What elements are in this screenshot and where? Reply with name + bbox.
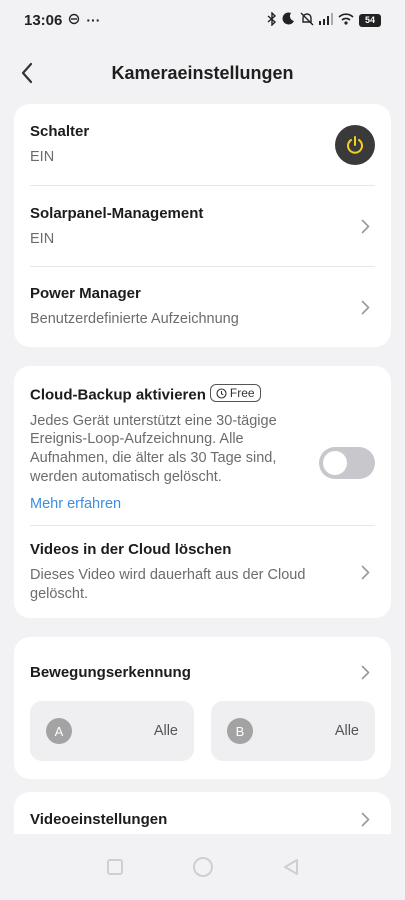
cloud-backup-label: Cloud-Backup aktivieren Free: [30, 384, 307, 404]
zone-b-card[interactable]: B Alle: [211, 701, 375, 761]
back-button[interactable]: [14, 60, 40, 86]
power-toggle-button[interactable]: [335, 125, 375, 165]
learn-more-link[interactable]: Mehr erfahren: [30, 496, 307, 512]
device-settings-card: Schalter EIN Solarpanel-Management EIN P…: [14, 104, 391, 347]
schalter-row[interactable]: Schalter EIN: [14, 104, 391, 186]
chevron-right-icon: [355, 809, 375, 829]
system-nav-bar: [0, 834, 405, 900]
chevron-right-icon: [355, 297, 375, 317]
cloud-backup-title: Cloud-Backup aktivieren: [30, 386, 206, 404]
battery-indicator: 54: [359, 13, 381, 27]
status-time: 13:06: [24, 11, 63, 29]
cloud-backup-row: Cloud-Backup aktivieren Free Jedes Gerät …: [14, 366, 391, 526]
zone-b-badge: B: [227, 718, 253, 744]
zone-b-value: Alle: [334, 723, 359, 739]
notification-icon: [68, 12, 80, 28]
chevron-right-icon: [355, 562, 375, 582]
free-badge: Free: [209, 384, 261, 402]
square-icon: [106, 859, 123, 875]
wifi-icon: [338, 12, 354, 28]
delete-cloud-videos-label: Videos in der Cloud löschen: [30, 540, 232, 558]
toggle-knob: [323, 451, 347, 475]
solarpanel-label: Solarpanel-Management: [30, 204, 204, 222]
back-nav-button[interactable]: [279, 855, 303, 879]
power-icon: [347, 136, 363, 154]
power-manager-label: Power Manager: [30, 285, 141, 303]
motion-detection-label: Bewegungserkennung: [30, 663, 191, 681]
signal-icon: [319, 12, 333, 28]
chevron-right-icon: [355, 662, 375, 682]
solarpanel-management-row[interactable]: Solarpanel-Management EIN: [14, 186, 391, 267]
zone-a-badge: A: [46, 718, 72, 744]
cloud-backup-toggle[interactable]: [319, 447, 375, 479]
schalter-label: Schalter: [30, 123, 90, 141]
back-arrow-icon: [21, 62, 33, 84]
motion-detection-row[interactable]: Bewegungserkennung: [14, 637, 391, 707]
solarpanel-value: EIN: [30, 230, 55, 247]
page-title: Kameraeinstellungen: [111, 62, 294, 83]
chevron-right-icon: [355, 217, 375, 237]
recents-button[interactable]: [103, 855, 127, 879]
delete-cloud-videos-description: Dieses Video wird dauerhaft aus der Clou…: [30, 566, 306, 602]
circle-icon: [192, 857, 213, 877]
video-settings-label: Videoeinstellungen: [30, 810, 168, 828]
power-manager-value: Benutzerdefinierte Aufzeichnung: [30, 311, 239, 328]
home-button[interactable]: [191, 855, 215, 879]
triangle-back-icon: [283, 859, 298, 875]
page-header: Kameraeinstellungen: [0, 52, 405, 94]
moon-icon: [282, 12, 295, 28]
zone-a-value: Alle: [153, 723, 178, 739]
clock-icon: [216, 387, 227, 399]
power-manager-row[interactable]: Power Manager Benutzerdefinierte Aufzeic…: [14, 267, 391, 347]
free-badge-text: Free: [229, 386, 255, 400]
cloud-card: Cloud-Backup aktivieren Free Jedes Gerät …: [14, 366, 391, 618]
delete-cloud-videos-row[interactable]: Videos in der Cloud löschen Dieses Video…: [14, 526, 391, 618]
zone-a-card[interactable]: A Alle: [30, 701, 194, 761]
more-notifications-icon: ···: [86, 12, 101, 28]
bluetooth-icon: [267, 10, 277, 29]
mute-icon: [300, 12, 314, 29]
status-bar: 13:06 ··· 54: [0, 0, 405, 40]
motion-detection-card: Bewegungserkennung A Alle B Alle: [14, 637, 391, 779]
schalter-value: EIN: [30, 149, 55, 166]
cloud-backup-description: Jedes Gerät unterstützt eine 30-tägige E…: [30, 412, 277, 486]
